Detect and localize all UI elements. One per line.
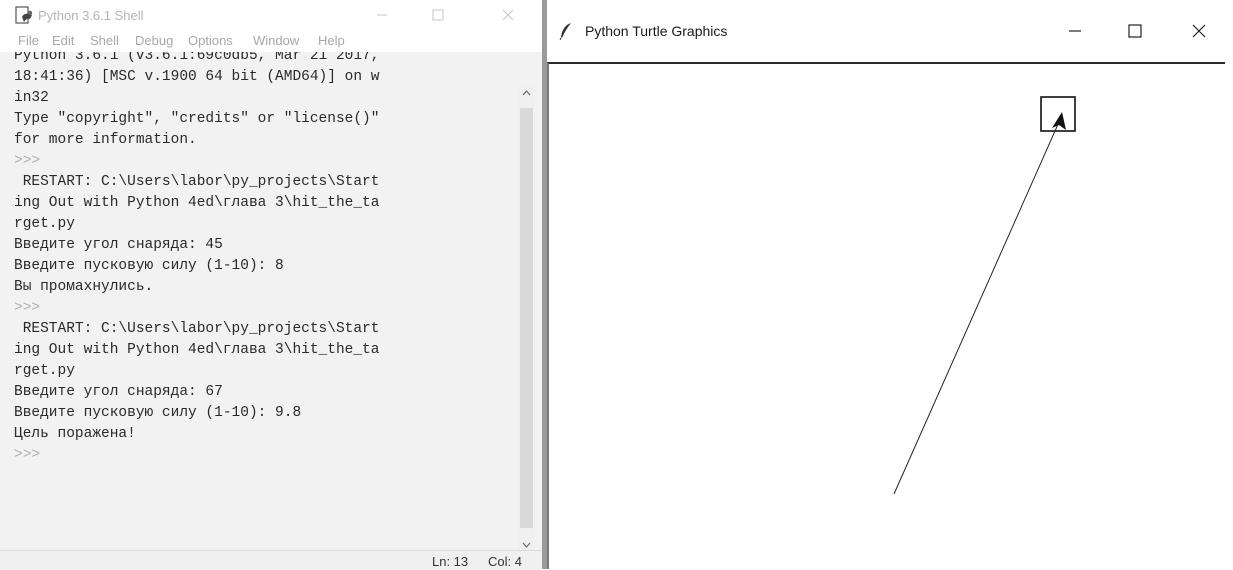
turtle-window-title: Python Turtle Graphics: [585, 23, 728, 39]
menu-file[interactable]: File: [18, 33, 39, 48]
shell-line: Введите угол снаряда: 67: [14, 384, 223, 400]
shell-line: ing Out with Python 4ed\глава 3\hit_the_…: [14, 195, 380, 211]
shell-line: Вы промахнулись.: [14, 279, 154, 295]
shell-prompt: >>>: [14, 153, 41, 169]
shell-prompt: >>>: [14, 447, 41, 463]
minimize-icon: [377, 14, 387, 16]
status-column-number: Col: 4: [488, 554, 522, 569]
shell-line: in32: [14, 90, 49, 106]
shell-line: Цель поражена!: [14, 426, 136, 442]
menu-window[interactable]: Window: [253, 33, 299, 48]
shell-line: ing Out with Python 4ed\глава 3\hit_the_…: [14, 342, 380, 358]
shell-line: Введите пусковую силу (1-10): 9.8: [14, 405, 302, 421]
shell-menubar: File Edit Shell Debug Options Window Hel…: [0, 30, 542, 52]
shell-window-title: Python 3.6.1 Shell: [38, 8, 144, 23]
shell-line: 18:41:36) [MSC v.1900 64 bit (AMD64)] on…: [14, 69, 380, 85]
scrollbar-thumb[interactable]: [520, 108, 533, 528]
menu-edit[interactable]: Edit: [52, 33, 74, 48]
shell-maximize-button[interactable]: [418, 0, 458, 30]
shell-vertical-scrollbar[interactable]: [518, 84, 535, 554]
target-square: [1040, 96, 1076, 132]
projectile-path: [893, 121, 1060, 495]
shell-line: Type "copyright", "credits" or "license(…: [14, 111, 380, 127]
shell-line: Введите пусковую силу (1-10): 8: [14, 258, 284, 274]
turtle-drawing-surface: [893, 96, 1076, 495]
shell-prompt: >>>: [14, 300, 41, 316]
turtle-graphics-window: Python Turtle Graphics: [547, 0, 1233, 569]
turtle-close-button[interactable]: [1179, 13, 1219, 49]
shell-statusbar: Ln: 13 Col: 4: [0, 550, 542, 570]
shell-titlebar[interactable]: Python 3.6.1 Shell: [0, 0, 542, 30]
shell-line: for more information.: [14, 132, 197, 148]
feather-icon: [559, 22, 573, 41]
shell-line: RESTART: C:\Users\labor\py_projects\Star…: [14, 321, 380, 337]
status-line-number: Ln: 13: [432, 554, 469, 569]
close-icon: [502, 9, 514, 21]
shell-output-area[interactable]: Python 3.6.1 (v3.6.1:69c0db5, Mar 21 201…: [14, 52, 508, 552]
menu-options[interactable]: Options: [188, 33, 233, 48]
python-idle-icon: [15, 6, 35, 26]
turtle-maximize-button[interactable]: [1115, 13, 1155, 49]
shell-line: Введите угол снаряда: 45: [14, 237, 223, 253]
turtle-canvas[interactable]: [547, 62, 1225, 569]
menu-debug[interactable]: Debug: [135, 33, 173, 48]
shell-minimize-button[interactable]: [362, 0, 402, 30]
scroll-up-arrow-icon[interactable]: [520, 86, 533, 100]
menu-shell[interactable]: Shell: [90, 33, 119, 48]
shell-line: rget.py: [14, 216, 75, 232]
maximize-icon: [432, 9, 444, 21]
shell-line: RESTART: C:\Users\labor\py_projects\Star…: [14, 174, 380, 190]
turtle-arrow-icon: [1052, 112, 1066, 130]
maximize-icon: [1128, 24, 1142, 38]
shell-line: Python 3.6.1 (v3.6.1:69c0db5, Mar 21 201…: [14, 52, 380, 64]
close-icon: [1192, 24, 1206, 38]
turtle-minimize-button[interactable]: [1055, 13, 1095, 49]
shell-line: rget.py: [14, 363, 75, 379]
menu-help[interactable]: Help: [318, 33, 345, 48]
idle-shell-window: Python 3.6.1 Shell File Edit Shell Debug…: [0, 0, 542, 570]
shell-close-button[interactable]: [488, 0, 528, 30]
turtle-titlebar[interactable]: Python Turtle Graphics: [547, 0, 1233, 62]
minimize-icon: [1069, 30, 1081, 32]
